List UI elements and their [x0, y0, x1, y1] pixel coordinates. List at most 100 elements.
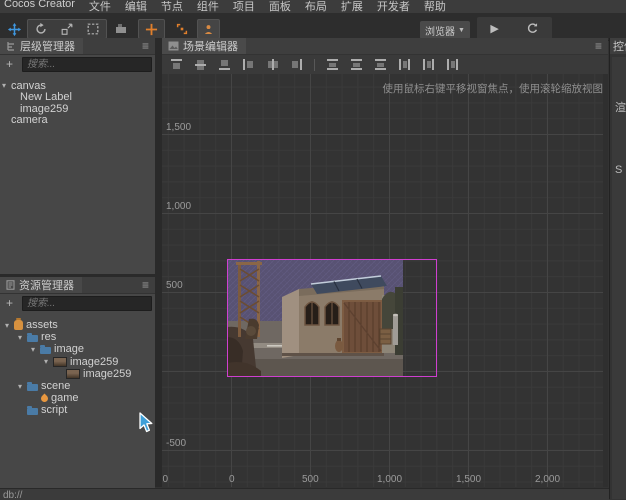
rotate-tool-button[interactable]: [28, 20, 54, 38]
node-label: res: [41, 331, 56, 343]
assets-search-input[interactable]: [22, 296, 152, 311]
assets-root-icon: [14, 320, 23, 330]
menu-item[interactable]: 开发者: [377, 0, 410, 13]
menu-item[interactable]: 文件: [89, 0, 111, 13]
align-hcenter-icon[interactable]: [266, 58, 279, 71]
folder-icon: [40, 347, 51, 354]
scene-hint-text: 使用鼠标右键平移视窗焦点，使用滚轮缩放视图: [383, 81, 604, 96]
menu-bar: Cocos Creator 文件编辑节点组件项目面板布局扩展开发者帮助: [0, 0, 626, 13]
menu-item[interactable]: 帮助: [424, 0, 446, 13]
node-label: game: [51, 392, 79, 404]
hierarchy-node[interactable]: New Label: [0, 92, 155, 104]
y-axis-label: 500: [166, 280, 183, 291]
asset-node[interactable]: image259: [0, 368, 155, 380]
align-left-icon[interactable]: [242, 58, 255, 71]
tab-assets[interactable]: 资源管理器: [0, 277, 82, 293]
y-axis-label: -500: [166, 438, 186, 449]
preview-target-label: 浏览器: [425, 23, 455, 38]
distribute-right-icon[interactable]: [446, 58, 459, 71]
node-label: scene: [41, 380, 70, 392]
align-vcenter-icon[interactable]: [194, 58, 207, 71]
menu-item[interactable]: 节点: [161, 0, 183, 13]
hierarchy-menu-icon[interactable]: ≡: [142, 39, 149, 53]
rect-transform-icon: [86, 22, 100, 36]
hierarchy-node[interactable]: image259: [0, 103, 155, 115]
node-label: script: [41, 404, 67, 416]
scene-editor-panel: 场景编辑器 ≡ 使用鼠标右键平移视窗焦点，使用滚轮缩放视图 1,500 1,000…: [162, 38, 608, 487]
tab-hierarchy[interactable]: 层级管理器: [0, 38, 83, 54]
assets-panel-icon: [6, 280, 15, 290]
tab-scene-editor[interactable]: 场景编辑器: [162, 38, 246, 54]
asset-node[interactable]: ▾ scene: [0, 380, 155, 392]
expand-arrow-icon[interactable]: ▾: [18, 333, 27, 342]
scale-tool-button[interactable]: [54, 20, 80, 38]
selection-box[interactable]: [227, 259, 437, 377]
assets-header: 资源管理器 ≡: [0, 277, 155, 294]
menu-item[interactable]: 扩展: [341, 0, 363, 13]
menu-item[interactable]: 面板: [269, 0, 291, 13]
asset-node[interactable]: game: [0, 392, 155, 404]
assets-tree: ▾assets▾res▾image▾image259image259▾scene…: [0, 317, 155, 488]
align-right-icon[interactable]: [290, 58, 303, 71]
region-tool-button[interactable]: [170, 19, 193, 39]
hierarchy-title: 层级管理器: [20, 38, 75, 54]
asset-node[interactable]: ▾ res: [0, 331, 155, 343]
expand-arrow-icon[interactable]: ▾: [2, 81, 11, 90]
refresh-button[interactable]: [526, 22, 539, 35]
hierarchy-toolbar: +: [0, 55, 155, 74]
scene-tab-icon: [168, 41, 179, 51]
hierarchy-add-button[interactable]: +: [6, 57, 13, 71]
avatar-icon: [202, 23, 215, 36]
expand-arrow-icon[interactable]: ▾: [44, 357, 53, 366]
asset-node[interactable]: ▾ image259: [0, 356, 155, 368]
expand-arrow-icon[interactable]: ▾: [31, 345, 40, 354]
node-label: image259: [70, 356, 118, 368]
hierarchy-search-input[interactable]: [22, 57, 152, 72]
distribute-left-icon[interactable]: [398, 58, 411, 71]
menu-item[interactable]: 组件: [197, 0, 219, 13]
distribute-top-icon[interactable]: [326, 58, 339, 71]
distribute-bottom-icon[interactable]: [374, 58, 387, 71]
rect-tool-button[interactable]: [80, 20, 106, 38]
asset-node[interactable]: ▾image: [0, 343, 155, 355]
folder-icon: [27, 335, 38, 342]
align-top-icon[interactable]: [170, 58, 183, 71]
menu-item[interactable]: 编辑: [125, 0, 147, 13]
asset-node[interactable]: script: [0, 404, 155, 416]
x-axis-label: 2,000: [535, 474, 560, 485]
add-node-button[interactable]: [138, 19, 165, 39]
move-tool-button[interactable]: [3, 19, 25, 39]
avatar-tool-button[interactable]: [197, 19, 220, 39]
assets-add-button[interactable]: +: [6, 296, 13, 310]
align-bottom-icon[interactable]: [218, 58, 231, 71]
vertical-gutter[interactable]: [155, 38, 162, 487]
x-axis-label: 1,000: [377, 474, 402, 485]
expand-arrow-icon[interactable]: ▾: [5, 321, 14, 330]
play-button[interactable]: ▶: [490, 22, 498, 35]
assets-toolbar: +: [0, 294, 155, 313]
hierarchy-node[interactable]: camera: [0, 115, 155, 127]
scene-canvas[interactable]: 使用鼠标右键平移视窗焦点，使用滚轮缩放视图 1,5001,000500-500-…: [162, 74, 608, 487]
asset-node[interactable]: ▾assets: [0, 319, 155, 331]
hierarchy-header: 层级管理器 ≡: [0, 38, 155, 55]
menu-item[interactable]: 布局: [305, 0, 327, 13]
right-panel: 控件 渲 S: [609, 38, 626, 499]
preview-target-dropdown[interactable]: 浏览器 ▼: [420, 21, 470, 39]
tab-right-panel[interactable]: 控件: [610, 38, 626, 54]
align-toolbar: [162, 55, 608, 75]
scale-icon: [60, 22, 74, 36]
scene-menu-icon[interactable]: ≡: [595, 39, 602, 53]
expand-arrow-icon[interactable]: ▾: [18, 382, 27, 391]
distribute-vcenter-icon[interactable]: [350, 58, 363, 71]
move-icon: [7, 22, 22, 37]
y-axis-label: 1,500: [166, 122, 191, 133]
menu-item[interactable]: 项目: [233, 0, 255, 13]
node-label: New Label: [20, 91, 72, 103]
assets-menu-icon[interactable]: ≡: [142, 278, 149, 292]
scene-scrollbar[interactable]: [603, 74, 608, 487]
pivot-toggle-button[interactable]: [108, 19, 134, 39]
assets-panel: 资源管理器 ≡ + ▾assets▾res▾image▾image259imag…: [0, 277, 155, 488]
hierarchy-node[interactable]: ▾canvas: [0, 80, 155, 92]
asset-path-bar: db://: [0, 488, 609, 500]
distribute-hcenter-icon[interactable]: [422, 58, 435, 71]
